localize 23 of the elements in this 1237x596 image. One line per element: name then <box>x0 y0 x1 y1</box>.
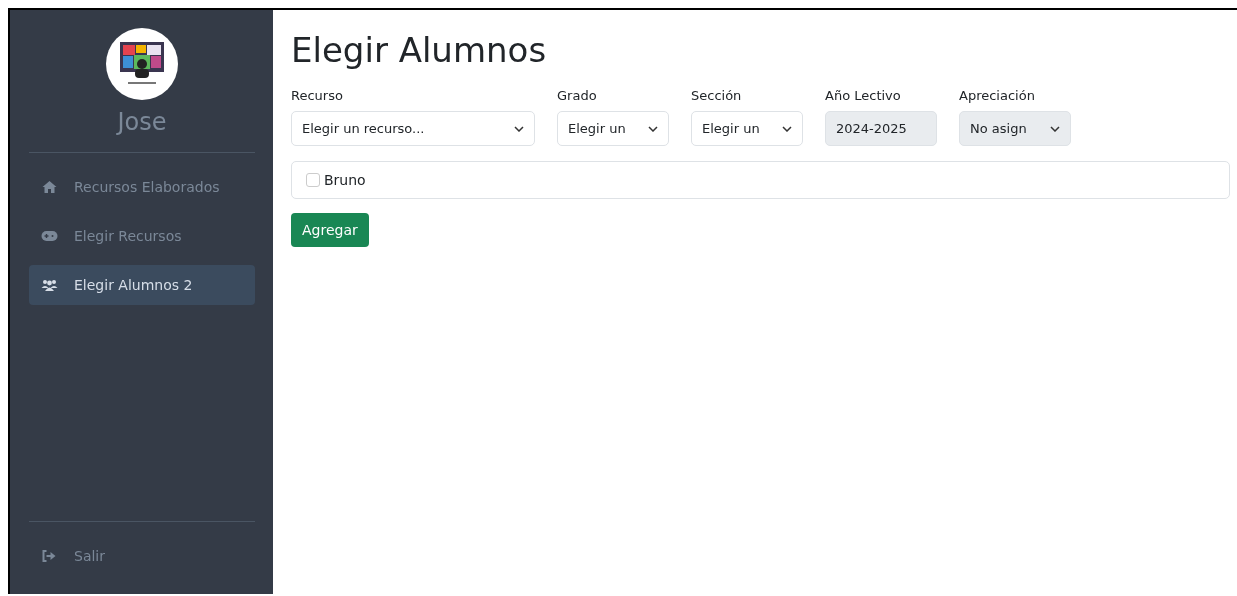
field-label: Apreciación <box>959 88 1036 103</box>
gamepad-icon <box>41 231 58 241</box>
field-label: Sección <box>691 88 743 103</box>
page-title: Elegir Alumnos <box>291 30 548 70</box>
logo-icon <box>106 28 178 100</box>
select-field[interactable]: Elegir un <box>691 111 803 146</box>
users-icon <box>41 279 58 291</box>
field-label: Año Lectivo <box>825 88 902 103</box>
chevron-down-icon <box>1050 125 1060 132</box>
student-name: Bruno <box>324 172 366 188</box>
chevron-down-icon <box>514 125 524 132</box>
chevron-down-icon <box>782 125 792 132</box>
select-field[interactable]: Elegir un <box>557 111 669 146</box>
field-label: Grado <box>557 88 598 103</box>
user-name: Jose <box>117 108 167 136</box>
select-field[interactable]: Elegir un recurso... <box>291 111 535 146</box>
nav-item[interactable]: Elegir Alumnos 2 <box>29 265 255 305</box>
home-icon <box>41 181 58 193</box>
add-button[interactable]: Agregar <box>291 213 369 247</box>
chevron-down-icon <box>648 125 658 132</box>
checkbox[interactable] <box>306 173 320 187</box>
logout-icon <box>41 550 58 562</box>
field-label: Recurso <box>291 88 344 103</box>
